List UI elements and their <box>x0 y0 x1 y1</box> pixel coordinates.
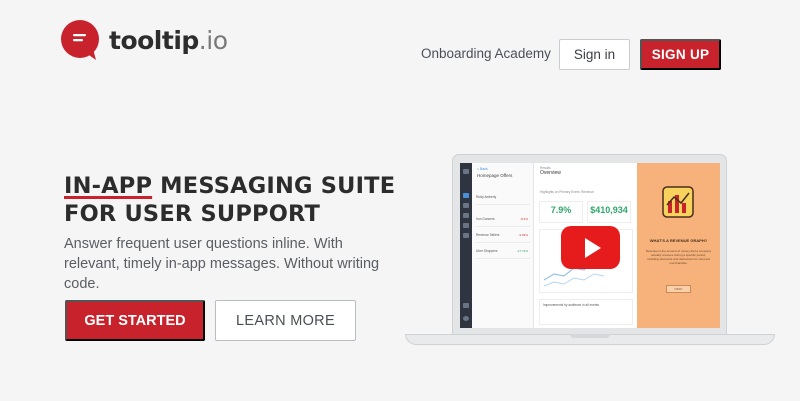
rail-item-icon <box>463 213 469 218</box>
play-icon[interactable] <box>561 226 620 269</box>
tooltip-okay-button: OKAY <box>666 285 691 293</box>
tooltip-preview: WHAT'S A REVENUE GRAPH? Revenue is the a… <box>637 163 720 328</box>
list-row-label: Iron Gunners <box>476 217 495 221</box>
list-row-label: Revenue Sellers <box>476 233 500 237</box>
hero-headline: IN-APP MESSAGING SUITE FOR USER SUPPORT <box>64 172 395 228</box>
tooltip-text: Revenue is the amount of money that a co… <box>645 249 712 265</box>
rail-logo-icon <box>463 169 469 174</box>
list-row: Iron Gunners -8.6% <box>476 215 530 227</box>
list-row: Ricky Amberly <box>476 193 530 205</box>
rail-item-icon <box>463 193 469 198</box>
logo[interactable]: tooltip.io <box>60 19 228 61</box>
rail-item-icon <box>463 203 469 208</box>
list-row-value: -9.99% <box>518 233 528 237</box>
list-row-label: Ricky Amberly <box>476 195 497 199</box>
headline-line2: FOR USER SUPPORT <box>64 201 321 227</box>
rail-avatar-icon <box>463 316 469 321</box>
headline-accent: IN-APP <box>64 173 153 199</box>
improvements-panel: Improvements by audience in all events <box>539 299 633 325</box>
rail-item-icon <box>463 223 469 228</box>
get-started-button[interactable]: GET STARTED <box>65 300 205 341</box>
chart-card-icon <box>662 186 694 218</box>
app-nav-rail <box>460 163 472 328</box>
rail-item-icon <box>463 233 469 238</box>
logo-wordmark: tooltip.io <box>109 26 228 55</box>
sign-up-button[interactable]: SIGN UP <box>640 39 721 70</box>
list-row-value: -8.6% <box>520 217 528 221</box>
speech-bubble-lines-icon <box>61 20 99 60</box>
rail-item-icon <box>463 303 469 308</box>
list-row: Revenue Sellers -9.99% <box>476 231 530 243</box>
list-row-value: -27.76% <box>516 249 528 253</box>
nav-onboarding-academy[interactable]: Onboarding Academy <box>421 46 551 61</box>
logo-text: tooltip <box>109 25 199 55</box>
stat-card: 7.9% <box>539 201 583 223</box>
stat-card: $410,934 <box>587 201 631 223</box>
logo-suffix: .io <box>198 25 228 55</box>
list-back-link: < Back <box>477 167 488 171</box>
sign-in-button[interactable]: Sign in <box>559 39 630 70</box>
laptop-notch <box>570 334 610 338</box>
headline-line1-rest: MESSAGING SUITE <box>152 173 396 199</box>
main-caption: Highlights on Primary Event: Revenue <box>540 190 594 194</box>
list-title: Homepage Offers <box>477 173 513 178</box>
learn-more-button[interactable]: LEARN MORE <box>215 300 356 341</box>
list-row-label: Uber Shoppers <box>476 249 498 253</box>
main-title: Overview <box>540 170 561 176</box>
stat-value: 7.9% <box>550 205 572 215</box>
hero-subhead: Answer frequent user questions inline. W… <box>64 236 380 292</box>
tooltip-title: WHAT'S A REVENUE GRAPH? <box>649 238 708 243</box>
stat-value: $410,934 <box>590 205 628 215</box>
app-list-panel: < Back Homepage Offers Ricky Amberly Iro… <box>472 163 534 328</box>
list-row: Uber Shoppers -27.76% <box>476 247 530 259</box>
